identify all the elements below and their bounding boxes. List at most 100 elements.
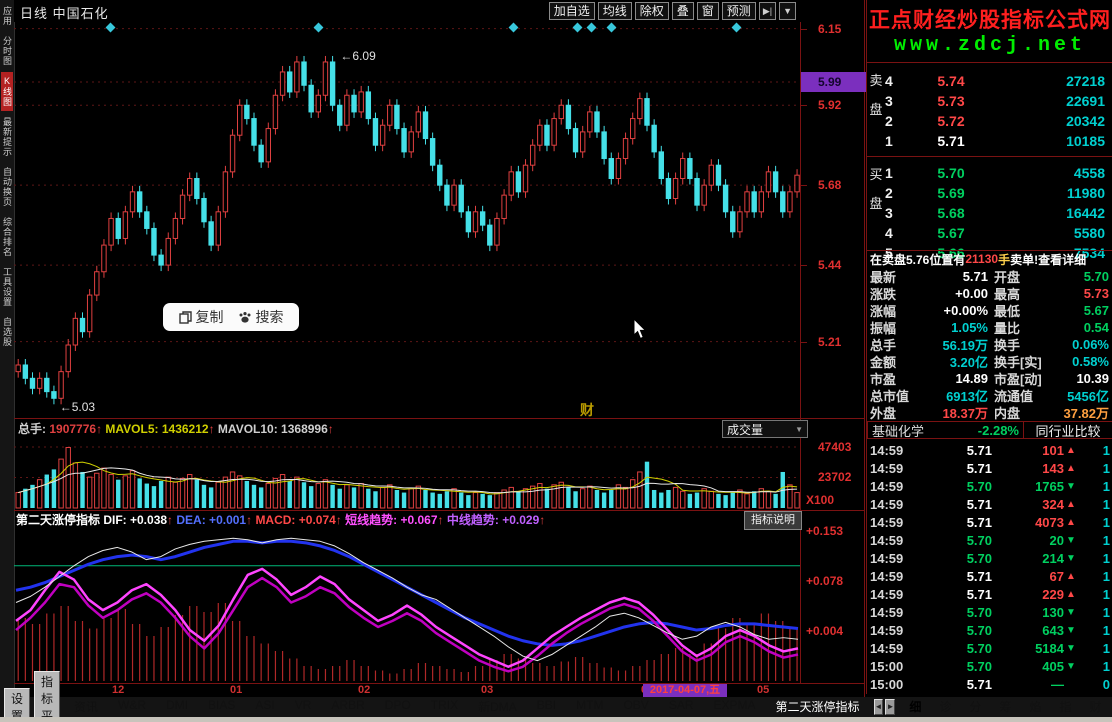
- alert-segment: 手: [998, 251, 1010, 268]
- tick-row: 15:005.71—0: [867, 675, 1112, 693]
- search-label: 搜索: [256, 307, 284, 327]
- buy-side-label: 买盘: [869, 167, 883, 211]
- stat-row: 金额3.20亿换手[实]0.58%: [867, 353, 1112, 370]
- tick-row: 14:595.71101▲1: [867, 441, 1112, 459]
- indicator-axis-label: +0.004: [806, 624, 843, 638]
- indicator-tab-EXPMA[interactable]: EXPMA: [706, 697, 766, 717]
- volume-chart[interactable]: [14, 437, 800, 509]
- sector-info[interactable]: 基础化学 -2.28%: [867, 421, 1024, 439]
- high-annotation: ←6.09: [340, 49, 375, 63]
- alert-segment: 查看详细: [1038, 251, 1086, 268]
- indicator-chart[interactable]: [14, 524, 800, 684]
- panel-tab-筹[interactable]: 筹: [991, 697, 1019, 717]
- menu-item[interactable]: 叠: [672, 2, 694, 20]
- alert-segment: 卖单!: [1010, 251, 1038, 268]
- menu-item[interactable]: 加自选: [549, 2, 595, 20]
- tick-row: 14:595.71143▲1: [867, 459, 1112, 477]
- sector-name: 基础化学: [872, 421, 924, 440]
- indicator-tab-ARBR[interactable]: ARBR: [323, 697, 374, 717]
- time-axis-label: 03: [481, 684, 493, 696]
- prev-page-button[interactable]: ◄: [874, 699, 884, 715]
- indicator-tab-W&R[interactable]: W&R: [110, 697, 156, 717]
- volume-legend: 总手: 1907776↑ MAVOL5: 1436212↑ MAVOL10: 1…: [18, 420, 334, 437]
- copy-search-popup: 复制 搜索: [163, 303, 299, 331]
- panel-tab-焰[interactable]: 焰: [1021, 697, 1049, 717]
- sidebar-item-6[interactable]: 工具设置: [1, 263, 13, 311]
- indicator-tab-OBV[interactable]: OBV: [615, 697, 658, 717]
- time-axis: 111201020304052017-04-07,五: [14, 684, 865, 697]
- menu-item[interactable]: 均线: [598, 2, 632, 20]
- indicator-tab-TRIX[interactable]: TRIX: [423, 697, 468, 717]
- sidebar-item-1[interactable]: 分时图: [1, 32, 13, 70]
- order-book-row: 15.704558: [885, 163, 1111, 183]
- site-banner-url[interactable]: www.zdcj.net: [867, 34, 1112, 57]
- menu-item[interactable]: 预测: [722, 2, 756, 20]
- tick-row: 14:595.7167▲1: [867, 567, 1112, 585]
- volume-unit-label: X100: [806, 493, 834, 507]
- indicator-tab-ASI[interactable]: ASI: [247, 697, 284, 717]
- low-annotation: ←5.03: [60, 400, 95, 414]
- sidebar-item-2[interactable]: K线图: [1, 72, 13, 111]
- indicator-tab-active[interactable]: 第二天涨停指标: [768, 697, 870, 717]
- indicator-axis-label: +0.153: [806, 524, 843, 538]
- stat-row: 总市值6913亿流通值5456亿: [867, 387, 1112, 404]
- indicator-platform-button[interactable]: 指标平台: [34, 671, 60, 722]
- order-book: 卖盘 买盘 45.742721835.732269125.722034215.7…: [867, 62, 1112, 251]
- stat-row: 总手56.19万换手0.06%: [867, 336, 1112, 353]
- chart-menu: 加自选均线除权叠窗预测▶|▼: [549, 2, 796, 20]
- sidebar-item-7[interactable]: 自选股: [1, 313, 13, 351]
- stat-row: 涨跌+0.00最高5.73: [867, 285, 1112, 302]
- order-book-row: 35.6816442: [885, 203, 1111, 223]
- industry-compare-button[interactable]: 同行业比较: [1024, 421, 1112, 439]
- large-order-alert[interactable]: 在卖盘5.76位置有 21130手 卖单! 查看详细: [867, 250, 1112, 267]
- stock-app-window: 应用分时图K线图最新提示自动换页综合排名工具设置自选股 日线 中国石化 加自选均…: [0, 0, 1112, 722]
- indicator-tab-DMI[interactable]: DMI: [158, 697, 198, 717]
- panel-tab-诊[interactable]: 诊: [931, 697, 959, 717]
- indicator-tab-资讯[interactable]: 资讯: [66, 697, 108, 717]
- window-bottom-edge: [0, 717, 1112, 722]
- panel-tab-分[interactable]: 分: [961, 697, 989, 717]
- time-axis-label: 02: [358, 684, 370, 696]
- menu-item[interactable]: 除权: [635, 2, 669, 20]
- volume-legend-item: 1907776: [49, 422, 96, 436]
- panel-tab-财[interactable]: 财: [1081, 697, 1109, 717]
- next-icon[interactable]: ▶|: [759, 2, 776, 20]
- dropdown-icon[interactable]: ▼: [779, 2, 796, 20]
- sidebar-item-5[interactable]: 综合排名: [1, 213, 13, 261]
- tick-row: 14:595.7020▼1: [867, 531, 1112, 549]
- candlestick-chart[interactable]: [14, 22, 800, 418]
- menu-item[interactable]: 窗: [697, 2, 719, 20]
- order-book-row: 25.7220342: [885, 111, 1111, 131]
- volume-legend-item: ↑: [96, 422, 105, 436]
- time-axis-label: 01: [230, 684, 242, 696]
- sidebar-item-0[interactable]: 应用: [1, 2, 13, 30]
- indicator-tab-新DMA[interactable]: 新DMA: [470, 697, 527, 717]
- indicator-tab-BIAS[interactable]: BIAS: [200, 697, 245, 717]
- bottom-tab-bar: 设置指标平台资讯W&RDMIBIASASIVRARBRDPOTRIX新DMABB…: [0, 697, 1112, 717]
- panel-tab-指[interactable]: 指: [1051, 697, 1079, 717]
- indicator-tab-SAR[interactable]: SAR: [661, 697, 704, 717]
- stat-row: 外盘18.37万内盘37.82万: [867, 404, 1112, 421]
- tick-row: 14:595.70130▼1: [867, 603, 1112, 621]
- indicator-tab-BBI[interactable]: BBI: [529, 697, 566, 717]
- indicator-tab-MTM[interactable]: MTM: [568, 697, 613, 717]
- sidebar-item-4[interactable]: 自动换页: [1, 163, 13, 211]
- panel-tab-细[interactable]: 细: [901, 697, 929, 717]
- copy-button[interactable]: 复制: [179, 307, 224, 327]
- tick-row: 14:595.714073▲1: [867, 513, 1112, 531]
- sidebar-item-3[interactable]: 最新提示: [1, 113, 13, 161]
- price-axis-label: 5.21: [818, 335, 841, 349]
- next-page-button[interactable]: ►: [885, 699, 895, 715]
- indicator-tab-DPO[interactable]: DPO: [377, 697, 421, 717]
- search-button[interactable]: 搜索: [238, 307, 284, 327]
- tick-row: 15:005.70405▼1: [867, 657, 1112, 675]
- volume-type-dropdown[interactable]: 成交量 ▼: [722, 420, 808, 438]
- order-book-row: 45.7427218: [885, 71, 1111, 91]
- tick-row: 14:595.70214▼1: [867, 549, 1112, 567]
- volume-legend-item: MAVOL10:: [218, 422, 281, 436]
- order-book-row: 35.7322691: [885, 91, 1111, 111]
- tick-row: 14:595.71229▲1: [867, 585, 1112, 603]
- indicator-tab-VR[interactable]: VR: [287, 697, 322, 717]
- industry-compare-label: 同行业比较: [1035, 421, 1100, 440]
- crosshair-date-label: 2017-04-07,五: [643, 684, 727, 697]
